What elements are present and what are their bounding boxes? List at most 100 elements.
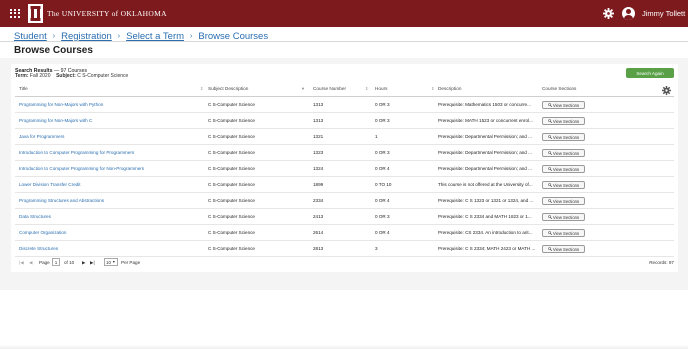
breadcrumb-student[interactable]: Student [14, 31, 47, 42]
next-page-icon[interactable]: ▶ [82, 260, 86, 266]
per-page-label: Per Page [121, 260, 141, 265]
description-cell: Prerequisite: Departmental Permission; a… [438, 166, 532, 171]
last-page-icon[interactable]: ▶| [90, 260, 95, 266]
subject-label: Subject: [56, 73, 76, 79]
view-sections-button[interactable]: View Sections [542, 229, 585, 237]
previous-page-icon[interactable]: ◀ [29, 260, 33, 266]
view-sections-button[interactable]: View Sections [542, 117, 585, 125]
footer-edge [0, 345, 688, 349]
pagination-bar: |◀ ◀ Page 1 of 10 ▶ ▶| 10 ▼ Per Page Rec… [15, 258, 674, 268]
course-title-link[interactable]: Programming for Non-Majors with Python [19, 102, 199, 107]
view-sections-label: View Sections [552, 102, 580, 108]
user-name[interactable]: Jimmy Tollett [642, 9, 685, 18]
subject-description-cell: C S-Computer Science [208, 118, 255, 123]
course-title-link[interactable]: Programming Structures and Abstractions [19, 198, 199, 203]
column-header-title[interactable]: Title [19, 86, 28, 91]
description-cell: Prerequisite: C S 2334; MATH 2423 or MAT… [438, 246, 536, 251]
view-sections-label: View Sections [552, 166, 580, 172]
magnifier-icon [548, 247, 552, 251]
view-sections-label: View Sections [552, 246, 580, 252]
course-title-link[interactable]: Computer Organization [19, 230, 199, 235]
page-label: Page [39, 260, 50, 265]
breadcrumb-select-term[interactable]: Select a Term [126, 31, 184, 42]
magnifier-icon [548, 183, 552, 187]
breadcrumb-separator: › [117, 32, 121, 40]
breadcrumb-separator: › [52, 32, 56, 40]
view-sections-label: View Sections [552, 150, 580, 156]
subject-description-cell: C S-Computer Science [208, 102, 255, 107]
view-sections-button[interactable]: View Sections [542, 165, 585, 173]
breadcrumb-registration[interactable]: Registration [61, 31, 112, 42]
page-number-input[interactable]: 1 [52, 258, 60, 266]
hours-cell: 0 TO 10 [375, 182, 392, 187]
table-row: Java for Programmers C S-Computer Science… [15, 129, 674, 145]
page-count: of 10 [64, 260, 75, 265]
per-page-select[interactable]: 10 ▼ [104, 258, 118, 266]
course-title-link[interactable]: Introduction to Computer Programming for… [19, 150, 199, 155]
subject-description-cell: C S-Computer Science [208, 246, 255, 251]
description-cell: Prerequisite: Mathematics 1503 or concur… [438, 102, 531, 107]
hours-cell: 0 OR 3 [375, 118, 390, 123]
course-number-cell: 1899 [313, 182, 324, 187]
table-row: Data Structures C S-Computer Science 2413 0… [15, 209, 674, 225]
user-avatar-icon[interactable] [622, 7, 635, 20]
table-settings-gear-icon[interactable] [662, 86, 671, 95]
subject-description-cell: C S-Computer Science [208, 214, 255, 219]
view-sections-button[interactable]: View Sections [542, 101, 585, 109]
view-sections-button[interactable]: View Sections [542, 213, 585, 221]
course-title-link[interactable]: Introduction to Computer Programming for… [19, 166, 199, 171]
description-cell: Prerequisite: Departmental Permission; a… [438, 150, 532, 155]
course-number-cell: 1313 [313, 118, 324, 123]
table-row: Computer Organization C S-Computer Scienc… [15, 225, 674, 241]
course-title-link[interactable]: Data Structures [19, 214, 199, 219]
divider [0, 41, 688, 42]
hours-cell: 3 [375, 246, 378, 251]
first-page-icon[interactable]: |◀ [19, 260, 24, 266]
view-sections-button[interactable]: View Sections [542, 181, 585, 189]
term-value: Fall 2020 [29, 73, 51, 79]
select-caret-icon: ▼ [112, 260, 116, 264]
description-cell: Prerequisite: C S 2334 and MATH 1823 or … [438, 214, 532, 219]
view-sections-button[interactable]: View Sections [542, 197, 585, 205]
magnifier-icon [548, 167, 552, 171]
subject-value: C S-Computer Science [77, 73, 129, 79]
settings-gear-icon[interactable] [603, 8, 614, 19]
table-row: Programming Structures and Abstractions C… [15, 193, 674, 209]
magnifier-icon [548, 119, 552, 123]
description-cell: Prerequisite: MATH 1523 or concurrent en… [438, 118, 533, 123]
course-title-link[interactable]: Lower Division Transfer Credit [19, 182, 199, 187]
view-sections-button[interactable]: View Sections [542, 245, 585, 253]
view-sections-button[interactable]: View Sections [542, 133, 585, 141]
breadcrumb-separator: › [190, 32, 193, 40]
top-bar: The UNIVERSITY of OKLAHOMA Jimmy Tollett [0, 0, 688, 27]
hours-cell: 0 OR 4 [375, 230, 390, 235]
subject-description-cell: C S-Computer Science [208, 166, 255, 171]
course-number-cell: 1321 [313, 134, 324, 139]
course-number-cell: 2614 [313, 230, 324, 235]
table-row: Introduction to Computer Programming for… [15, 161, 674, 177]
view-sections-button[interactable]: View Sections [542, 149, 585, 157]
app-grid-icon[interactable] [10, 9, 20, 18]
view-sections-label: View Sections [552, 134, 580, 140]
search-again-button[interactable]: Search Again [626, 68, 674, 78]
hours-cell: 0 OR 4 [375, 198, 390, 203]
column-header-description: Description [438, 86, 462, 91]
course-title-link[interactable]: Programming for Non-Majors with C [19, 118, 199, 123]
course-title-link[interactable]: Java for Programmers [19, 134, 199, 139]
hours-cell: 0 OR 3 [375, 150, 390, 155]
description-cell: Prerequisite: Departmental Permission; a… [438, 134, 532, 139]
column-header-course-number[interactable]: Course Number [313, 86, 346, 91]
subject-description-cell: C S-Computer Science [208, 182, 255, 187]
course-title-link[interactable]: Discrete Structures [19, 246, 199, 251]
university-name: The UNIVERSITY of OKLAHOMA [47, 9, 167, 18]
column-header-hours[interactable]: Hours [375, 86, 388, 91]
table-row: Programming for Non-Majors with Python C … [15, 97, 674, 113]
view-sections-label: View Sections [552, 198, 580, 204]
table-header: Title ⇕ Subject Description ▼ Course Num… [19, 86, 577, 91]
magnifier-icon [548, 135, 552, 139]
subject-description-cell: C S-Computer Science [208, 150, 255, 155]
description-cell: Prerequisite: CS 2334. An introduction t… [438, 230, 533, 235]
table-row: Introduction to Computer Programming for… [15, 145, 674, 161]
table-row: Programming for Non-Majors with C C S-Com… [15, 113, 674, 129]
column-header-subject-description[interactable]: Subject Description [208, 86, 248, 91]
